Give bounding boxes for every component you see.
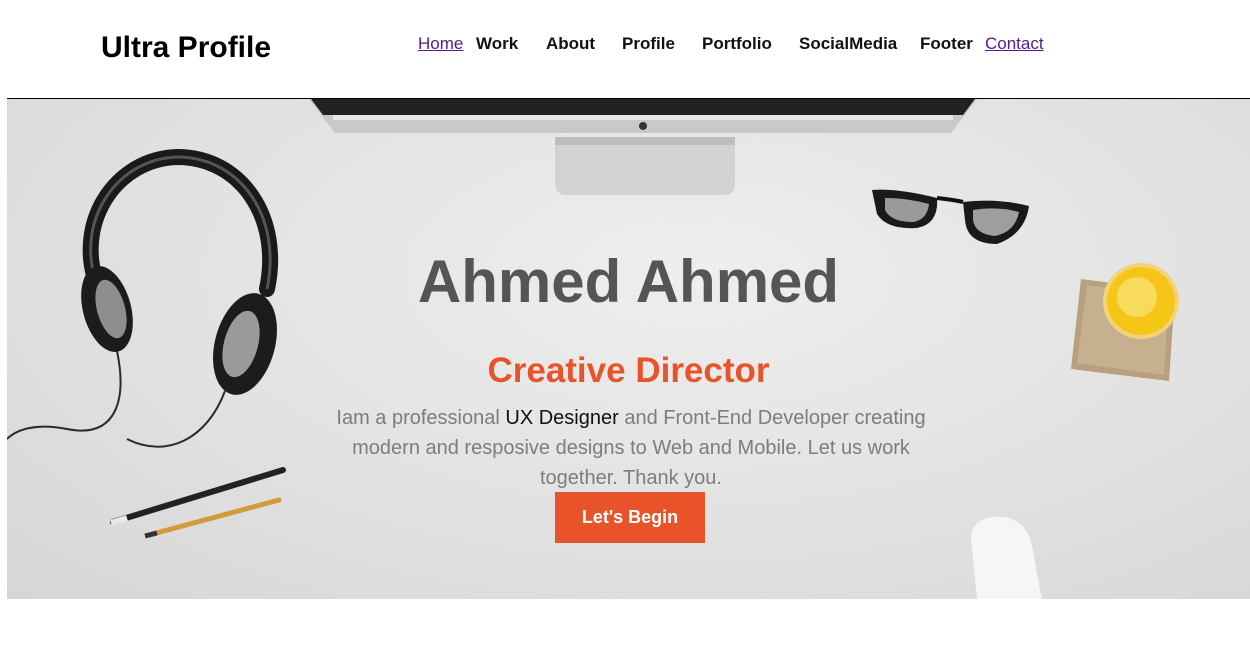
nav-home[interactable]: Home <box>418 34 463 54</box>
hero-role: Creative Director <box>487 351 770 391</box>
nav-work[interactable]: Work <box>476 34 518 54</box>
mouse-icon <box>970 515 1043 599</box>
brand-logo[interactable]: Ultra Profile <box>101 31 271 65</box>
nav-profile[interactable]: Profile <box>622 34 675 54</box>
nav-socialmedia[interactable]: SocialMedia <box>799 34 897 54</box>
lets-begin-button[interactable]: Let's Begin <box>555 492 705 543</box>
glasses-icon <box>872 189 1029 244</box>
hero-name: Ahmed Ahmed <box>417 248 840 316</box>
pencils-icon <box>110 467 286 539</box>
description-text-before: Iam a professional <box>336 407 506 429</box>
hero-description: Iam a professional UX Designer and Front… <box>327 403 935 493</box>
nav-portfolio[interactable]: Portfolio <box>702 34 772 54</box>
hero-section: Ahmed Ahmed Creative Director Iam a prof… <box>7 98 1250 599</box>
nav-contact[interactable]: Contact <box>985 34 1044 54</box>
nav-about[interactable]: About <box>546 34 595 54</box>
nav-footer[interactable]: Footer <box>920 34 973 54</box>
description-highlight: UX Designer <box>505 407 619 429</box>
